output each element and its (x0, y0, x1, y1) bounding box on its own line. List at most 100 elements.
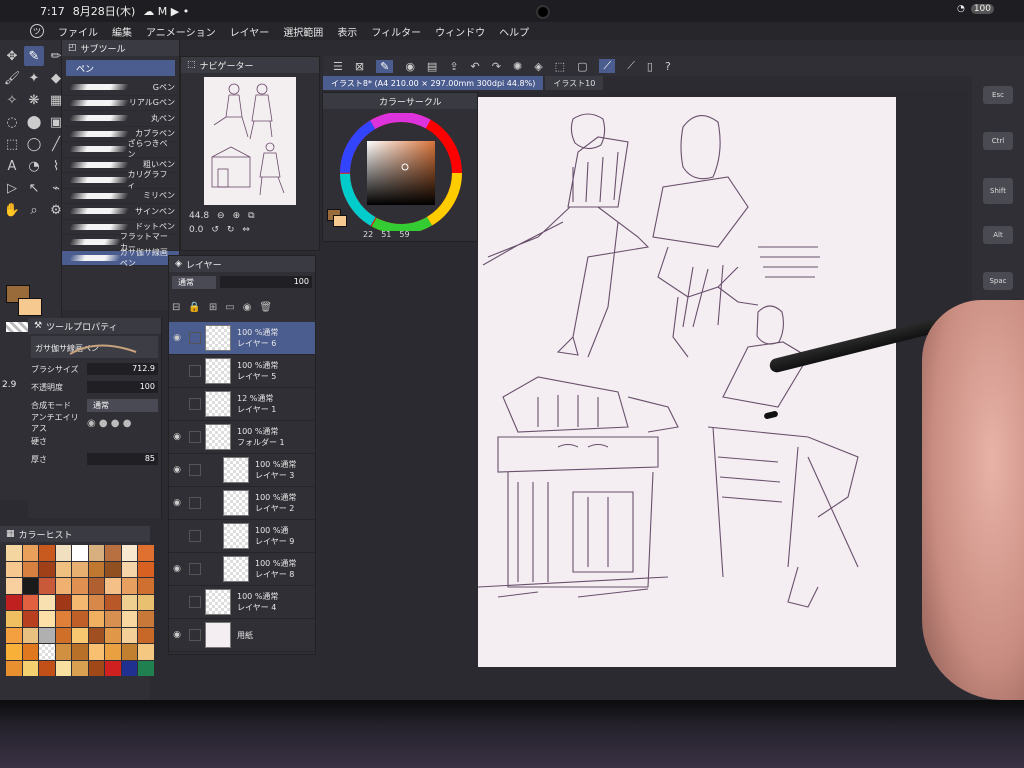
visibility-eye-icon[interactable]: ◉ (169, 564, 185, 574)
sub-color-swatch[interactable] (18, 298, 42, 316)
fill-cmd-icon[interactable]: ◈ (534, 60, 542, 73)
color-history-swatch[interactable] (6, 611, 22, 627)
color-history-swatch[interactable] (55, 578, 71, 594)
menu-icon[interactable]: ☰ (333, 60, 343, 73)
color-history-swatch[interactable] (138, 594, 154, 610)
zoom-in-icon[interactable]: ⊕ (233, 211, 241, 221)
hardness-row[interactable]: 硬さ (28, 432, 161, 450)
opacity-slider[interactable]: 100 (87, 381, 158, 393)
visibility-eye-icon[interactable]: ◉ (169, 630, 185, 640)
visibility-eye-icon[interactable]: ◉ (169, 432, 185, 442)
layer-blend-select[interactable]: 通常 (172, 275, 216, 289)
color-history-swatch[interactable] (88, 561, 104, 577)
color-history-swatch[interactable] (138, 627, 154, 643)
lasso-icon[interactable]: ◌ (2, 112, 22, 132)
layer-row[interactable]: 100 %通 レイヤー 9 (169, 520, 315, 553)
balloon-icon[interactable]: ◔ (24, 156, 44, 176)
subtool-category-pen[interactable]: ペン (66, 60, 175, 76)
color-history-swatch[interactable] (39, 561, 55, 577)
esc-key[interactable]: Esc (983, 86, 1013, 104)
save-icon[interactable]: ▤ (427, 60, 437, 73)
color-history-swatch[interactable] (6, 644, 22, 660)
color-history-swatch[interactable] (22, 627, 38, 643)
color-history-swatch[interactable] (6, 660, 22, 676)
blend-mode-select[interactable]: 通常 (87, 398, 158, 412)
undo-icon[interactable]: ↶ (471, 60, 480, 73)
color-history-swatch[interactable] (105, 660, 121, 676)
tab-illust8[interactable]: イラスト8* (A4 210.00 × 297.00mm 300dpi 44.8… (323, 76, 544, 90)
color-history-swatch[interactable] (6, 545, 22, 561)
color-history-swatch[interactable] (39, 545, 55, 561)
opacity-row[interactable]: 不透明度 100 (28, 378, 161, 396)
color-history-swatch[interactable] (22, 545, 38, 561)
layer-check[interactable] (189, 563, 201, 575)
color-history-swatch[interactable] (72, 594, 88, 610)
color-history-swatch[interactable] (39, 644, 55, 660)
camera-icon[interactable]: ◉ (405, 60, 415, 73)
color-history-swatch[interactable] (72, 545, 88, 561)
fit-icon[interactable]: ⧉ (248, 211, 254, 221)
color-history-swatch[interactable] (88, 611, 104, 627)
color-history-swatch[interactable] (88, 578, 104, 594)
menu-view[interactable]: 表示 (337, 24, 357, 39)
pen-snap-icon[interactable]: ⟋ (627, 59, 635, 73)
color-history-swatch[interactable] (22, 594, 38, 610)
layer-row[interactable]: ◉ 100 %通常 レイヤー 8 (169, 553, 315, 586)
color-history-swatch[interactable] (55, 611, 71, 627)
paper-layer-row[interactable]: ◉ 用紙 (169, 619, 315, 652)
color-history-swatch[interactable] (55, 627, 71, 643)
layer-row[interactable]: ◉ 100 %通常 レイヤー 2 (169, 487, 315, 520)
ctrl-key[interactable]: Ctrl (983, 132, 1013, 150)
object-icon[interactable]: ↖ (24, 178, 44, 198)
color-history-swatch[interactable] (88, 545, 104, 561)
menu-filter[interactable]: フィルター (371, 24, 421, 39)
color-history-swatch[interactable] (88, 594, 104, 610)
mobile-icon[interactable]: ▯ (647, 60, 653, 73)
clip-icon[interactable]: ⊟ (172, 302, 180, 313)
layer-check[interactable] (189, 530, 201, 542)
color-history-swatch[interactable] (121, 644, 137, 660)
brush-rough-pen[interactable]: ざらつきペン (62, 139, 179, 159)
color-history-swatch[interactable] (22, 644, 38, 660)
visibility-eye-icon[interactable]: ◉ (169, 465, 185, 475)
menu-selection[interactable]: 選択範囲 (283, 24, 323, 39)
color-history-swatch[interactable] (55, 594, 71, 610)
layer-check[interactable] (189, 365, 201, 377)
brush-tool-icon[interactable]: 🖌 (2, 68, 22, 88)
color-history-swatch[interactable] (121, 627, 137, 643)
color-history-swatch[interactable] (39, 611, 55, 627)
brush-milli-pen[interactable]: ミリペン (62, 189, 179, 204)
layer-check[interactable] (189, 332, 201, 344)
move-icon[interactable]: ✥ (2, 46, 22, 66)
color-history-swatch[interactable] (138, 561, 154, 577)
color-history-swatch[interactable] (6, 594, 22, 610)
menu-animation[interactable]: アニメーション (146, 24, 216, 39)
color-history-swatch[interactable] (121, 611, 137, 627)
tab-illust10[interactable]: イラスト10 (545, 76, 604, 90)
color-history-swatch[interactable] (6, 627, 22, 643)
color-history-swatch[interactable] (105, 578, 121, 594)
shift-key[interactable]: Shift (983, 178, 1013, 204)
color-history-swatch[interactable] (72, 578, 88, 594)
thickness-slider[interactable]: 85 (87, 453, 158, 465)
antialias-row[interactable]: アンチエイリアス ◉ ● ● ● (28, 413, 161, 433)
mask-icon[interactable]: ◉ (243, 302, 252, 313)
edit-icon[interactable]: ✎ (376, 59, 394, 73)
color-history-swatch[interactable] (138, 611, 154, 627)
new-folder-icon[interactable]: ▭ (225, 302, 234, 313)
color-history-swatch[interactable] (138, 545, 154, 561)
color-history-swatch[interactable] (121, 594, 137, 610)
redo-icon[interactable]: ↷ (492, 60, 501, 73)
operation-icon[interactable]: ▷ (2, 178, 22, 198)
export-icon[interactable]: ⇪ (449, 60, 458, 73)
deselect-icon[interactable]: ▢ (577, 60, 587, 73)
brush-maru-pen[interactable]: 丸ペン (62, 111, 179, 127)
color-history-swatch[interactable] (138, 644, 154, 660)
color-history-swatch[interactable] (88, 660, 104, 676)
color-history-swatch[interactable] (105, 611, 121, 627)
thickness-row[interactable]: 厚さ 85 (28, 450, 161, 468)
color-history-swatch[interactable] (22, 578, 38, 594)
fill-icon[interactable]: ⬤ (24, 112, 44, 132)
navigator-thumbnail[interactable] (204, 77, 296, 205)
rotate-left-icon[interactable]: ↺ (211, 225, 219, 235)
